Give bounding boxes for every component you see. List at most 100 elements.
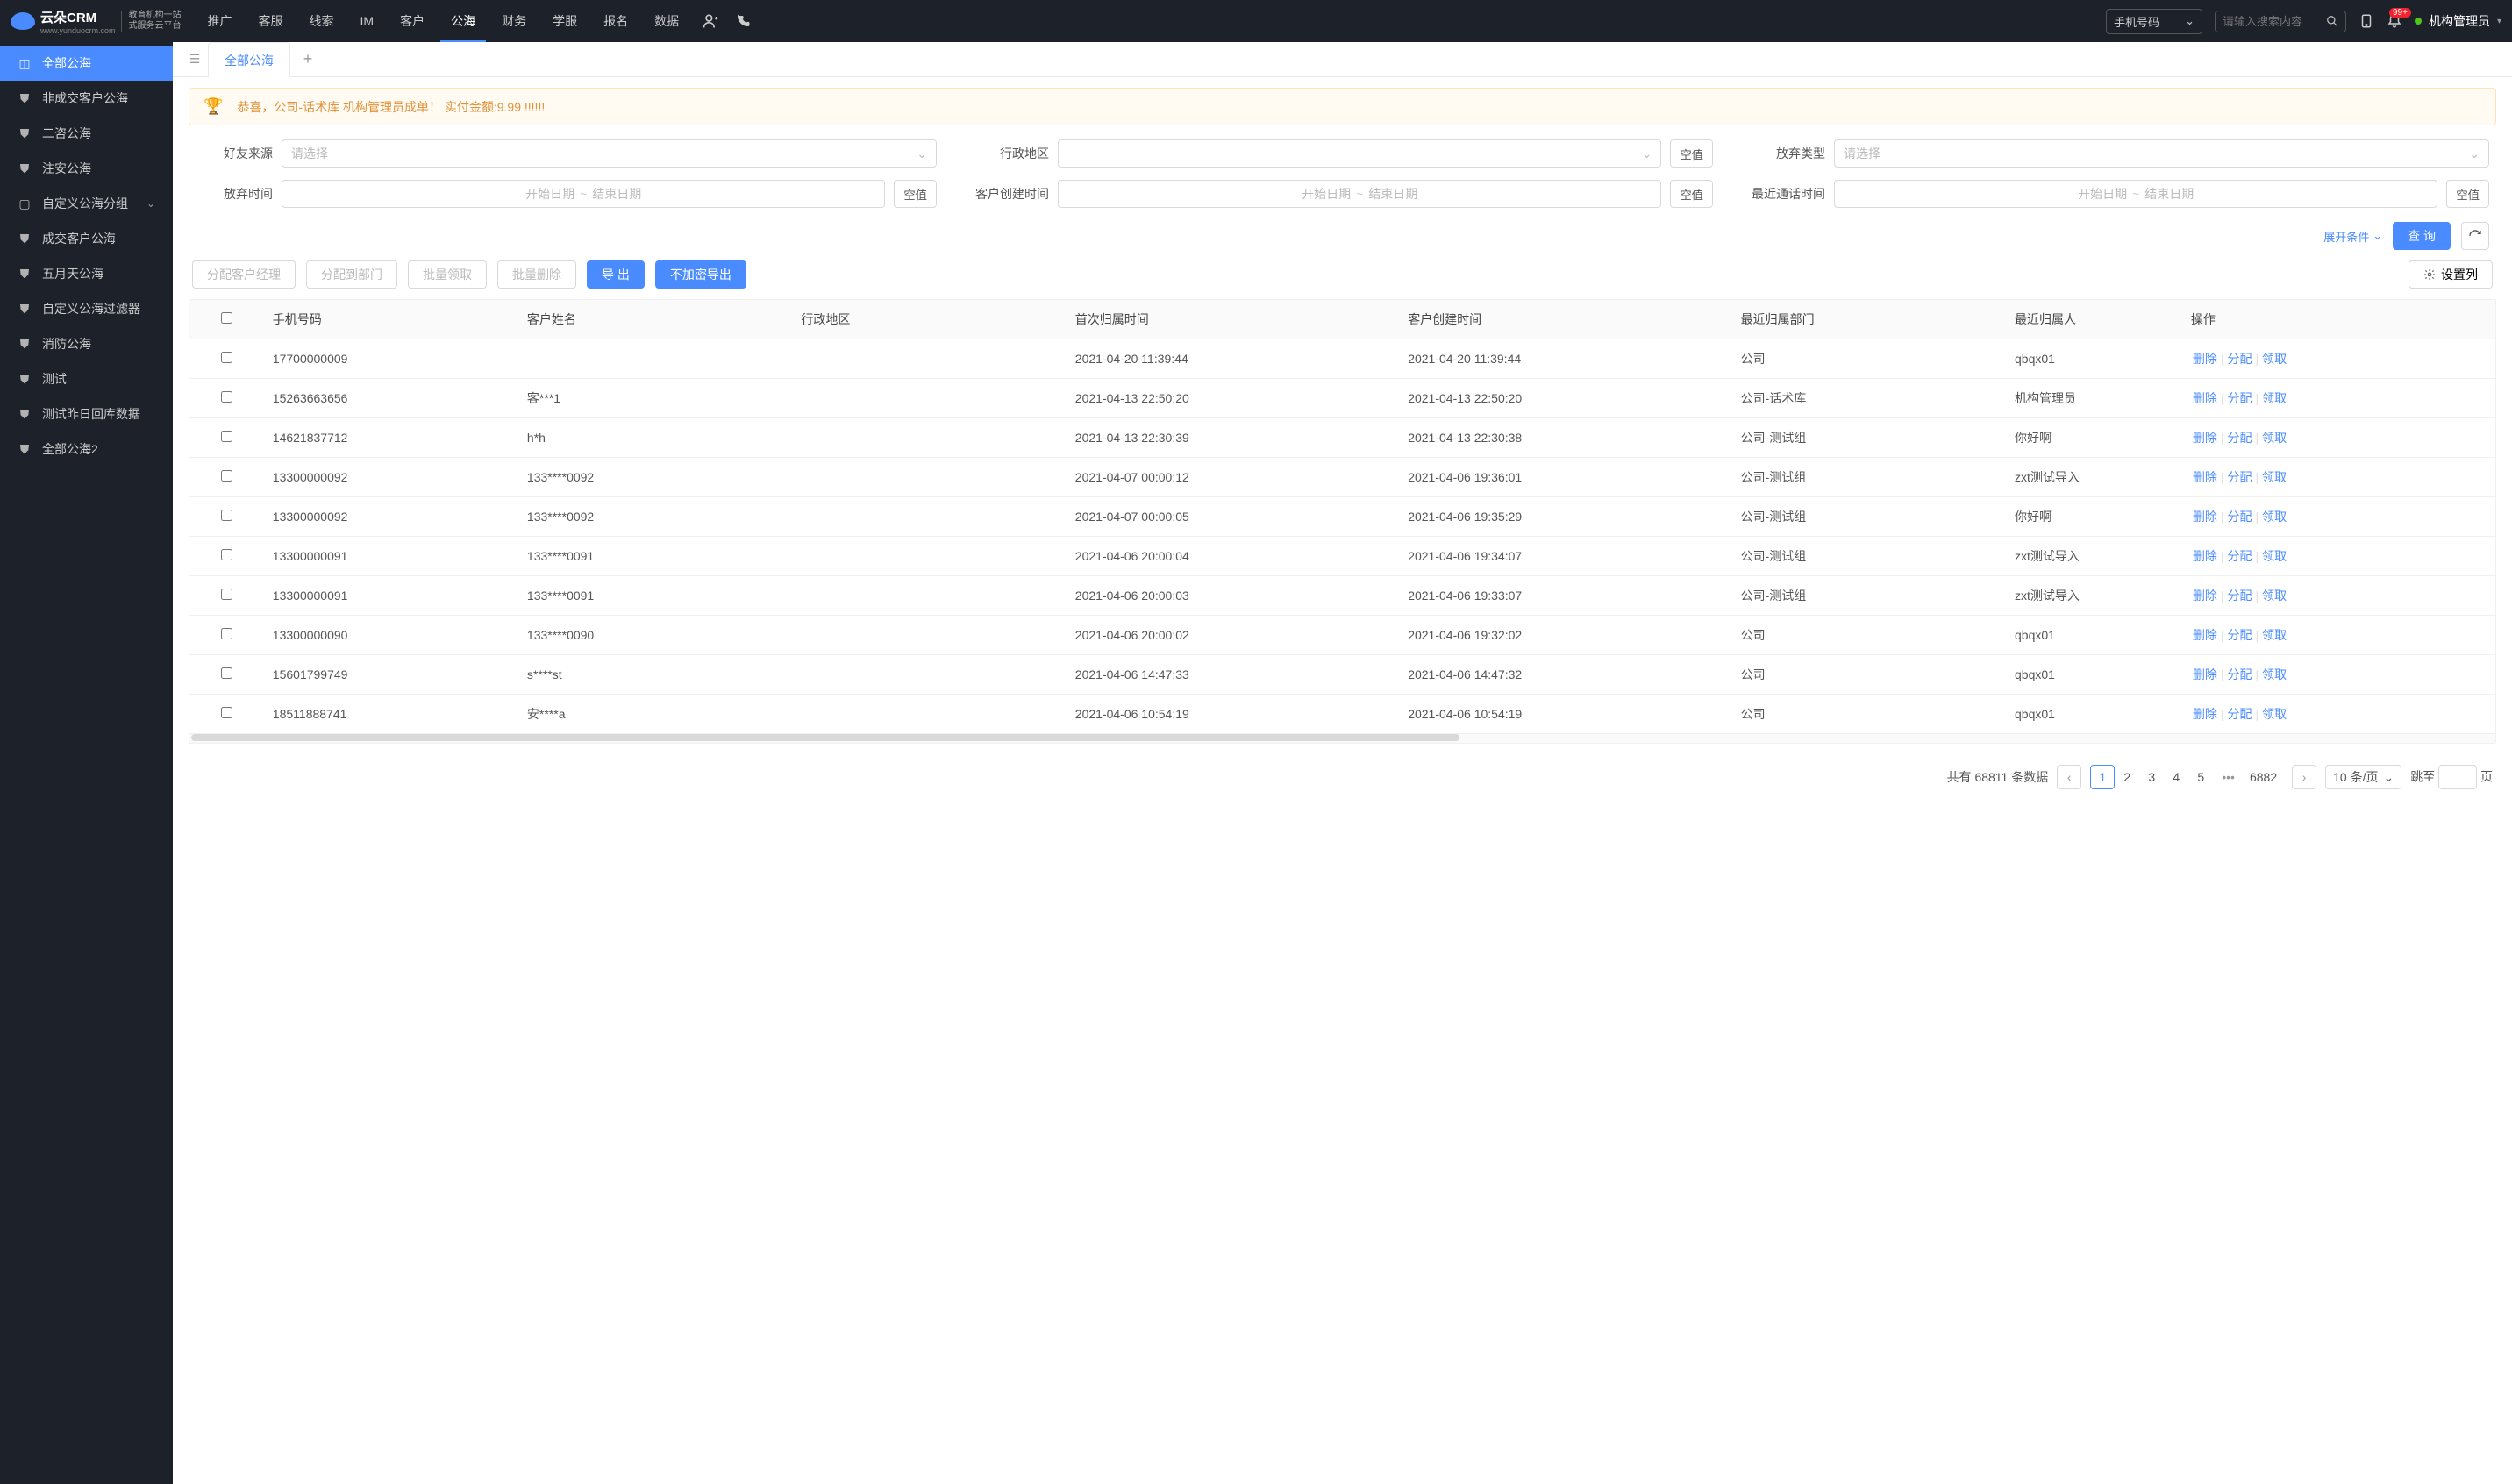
row-delete-link[interactable]: 删除 <box>2193 549 2217 563</box>
row-claim-link[interactable]: 领取 <box>2262 589 2287 603</box>
row-assign-link[interactable]: 分配 <box>2228 667 2252 681</box>
row-checkbox[interactable] <box>221 628 232 639</box>
sidebar-item-5[interactable]: ⛊成交客户公海 <box>0 221 173 256</box>
batch-claim-button[interactable]: 批量领取 <box>408 260 487 289</box>
sidebar-item-7[interactable]: ⛊自定义公海过滤器 <box>0 291 173 326</box>
topnav-item-6[interactable]: 财务 <box>491 0 537 42</box>
row-claim-link[interactable]: 领取 <box>2262 352 2287 366</box>
row-checkbox[interactable] <box>221 391 232 403</box>
tab-list-toggle-icon[interactable]: ☰ <box>182 52 208 67</box>
filter-region-select[interactable]: ⌄ <box>1058 139 1661 168</box>
row-assign-link[interactable]: 分配 <box>2228 470 2252 484</box>
device-icon[interactable] <box>2359 13 2374 29</box>
row-checkbox[interactable] <box>221 589 232 600</box>
row-delete-link[interactable]: 删除 <box>2193 667 2217 681</box>
filter-friend-source-select[interactable]: 请选择⌄ <box>282 139 937 168</box>
row-delete-link[interactable]: 删除 <box>2193 589 2217 603</box>
search-box[interactable] <box>2215 11 2346 32</box>
search-icon[interactable] <box>2326 15 2338 27</box>
export-button[interactable]: 导 出 <box>587 260 645 289</box>
pagination-jump-input[interactable] <box>2438 765 2477 789</box>
pagination-page[interactable]: 3 <box>2139 765 2164 789</box>
row-assign-link[interactable]: 分配 <box>2228 589 2252 603</box>
bell-icon[interactable]: 99+ <box>2387 13 2402 29</box>
row-claim-link[interactable]: 领取 <box>2262 667 2287 681</box>
row-checkbox[interactable] <box>221 549 232 560</box>
filter-region-empty-button[interactable]: 空值 <box>1670 139 1713 168</box>
topnav-item-8[interactable]: 报名 <box>593 0 639 42</box>
query-button[interactable]: 查 询 <box>2393 222 2451 250</box>
filter-abandon-time-range[interactable]: 开始日期~结束日期 <box>282 180 885 208</box>
add-user-icon[interactable] <box>702 12 719 30</box>
sidebar-item-10[interactable]: ⛊测试昨日回库数据 <box>0 396 173 432</box>
sidebar-item-2[interactable]: ⛊二咨公海 <box>0 116 173 151</box>
sidebar-item-4[interactable]: ▢自定义公海分组⌄ <box>0 186 173 221</box>
pagination-page[interactable]: 5 <box>2188 765 2213 789</box>
row-claim-link[interactable]: 领取 <box>2262 628 2287 642</box>
row-delete-link[interactable]: 删除 <box>2193 391 2217 405</box>
row-assign-link[interactable]: 分配 <box>2228 431 2252 445</box>
set-columns-button[interactable]: 设置列 <box>2409 260 2493 289</box>
filter-create-time-range[interactable]: 开始日期~结束日期 <box>1058 180 1661 208</box>
filter-abandon-time-empty-button[interactable]: 空值 <box>894 180 937 208</box>
filter-last-call-range[interactable]: 开始日期~结束日期 <box>1834 180 2437 208</box>
row-checkbox[interactable] <box>221 470 232 482</box>
filter-last-call-empty-button[interactable]: 空值 <box>2446 180 2489 208</box>
search-input[interactable] <box>2223 15 2321 28</box>
row-assign-link[interactable]: 分配 <box>2228 707 2252 721</box>
pagination-page[interactable]: 4 <box>2164 765 2188 789</box>
pagination-size-select[interactable]: 10 条/页⌄ <box>2325 765 2401 789</box>
pagination-next[interactable]: › <box>2292 765 2316 789</box>
row-assign-link[interactable]: 分配 <box>2228 352 2252 366</box>
row-claim-link[interactable]: 领取 <box>2262 391 2287 405</box>
pagination-page[interactable]: 2 <box>2115 765 2139 789</box>
filter-abandon-type-select[interactable]: 请选择⌄ <box>1834 139 2489 168</box>
topnav-item-1[interactable]: 客服 <box>248 0 294 42</box>
tab-add-icon[interactable]: + <box>290 50 325 68</box>
topnav-item-4[interactable]: 客户 <box>389 0 435 42</box>
row-delete-link[interactable]: 删除 <box>2193 470 2217 484</box>
row-delete-link[interactable]: 删除 <box>2193 431 2217 445</box>
row-delete-link[interactable]: 删除 <box>2193 628 2217 642</box>
pagination-prev[interactable]: ‹ <box>2057 765 2081 789</box>
row-delete-link[interactable]: 删除 <box>2193 352 2217 366</box>
refresh-button[interactable] <box>2461 222 2489 250</box>
filter-create-time-empty-button[interactable]: 空值 <box>1670 180 1713 208</box>
row-claim-link[interactable]: 领取 <box>2262 549 2287 563</box>
topnav-item-7[interactable]: 学服 <box>542 0 588 42</box>
topnav-item-0[interactable]: 推广 <box>197 0 243 42</box>
sidebar-item-8[interactable]: ⛊消防公海 <box>0 326 173 361</box>
row-claim-link[interactable]: 领取 <box>2262 510 2287 524</box>
row-assign-link[interactable]: 分配 <box>2228 391 2252 405</box>
row-delete-link[interactable]: 删除 <box>2193 510 2217 524</box>
row-assign-link[interactable]: 分配 <box>2228 628 2252 642</box>
pagination-last[interactable]: 6882 <box>2244 765 2283 789</box>
row-checkbox[interactable] <box>221 707 232 718</box>
tab-all-sea[interactable]: 全部公海 <box>208 42 290 77</box>
row-checkbox[interactable] <box>221 352 232 363</box>
sidebar-item-9[interactable]: ⛊测试 <box>0 361 173 396</box>
row-delete-link[interactable]: 删除 <box>2193 707 2217 721</box>
pagination-page[interactable]: 1 <box>2090 765 2115 789</box>
user-menu[interactable]: 机构管理员 ▾ <box>2415 12 2501 30</box>
topnav-item-2[interactable]: 线索 <box>299 0 345 42</box>
row-claim-link[interactable]: 领取 <box>2262 431 2287 445</box>
sidebar-item-6[interactable]: ⛊五月天公海 <box>0 256 173 291</box>
phone-icon[interactable] <box>735 13 751 29</box>
export-plain-button[interactable]: 不加密导出 <box>655 260 746 289</box>
sidebar-item-11[interactable]: ⛊全部公海2 <box>0 432 173 467</box>
select-all-checkbox[interactable] <box>189 300 264 339</box>
logo[interactable]: 云朵CRM www.yunduocrm.com 教育机构一站式服务云平台 <box>11 8 182 35</box>
sidebar-item-3[interactable]: ⛊注安公海 <box>0 151 173 186</box>
row-checkbox[interactable] <box>221 510 232 521</box>
expand-filters-link[interactable]: 展开条件⌄ <box>2323 228 2382 245</box>
row-checkbox[interactable] <box>221 431 232 442</box>
row-assign-link[interactable]: 分配 <box>2228 510 2252 524</box>
assign-dept-button[interactable]: 分配到部门 <box>306 260 397 289</box>
batch-delete-button[interactable]: 批量删除 <box>497 260 576 289</box>
topnav-item-5[interactable]: 公海 <box>440 0 486 42</box>
topnav-item-9[interactable]: 数据 <box>644 0 689 42</box>
assign-manager-button[interactable]: 分配客户经理 <box>192 260 296 289</box>
sidebar-item-1[interactable]: ⛊非成交客户公海 <box>0 81 173 116</box>
topnav-item-3[interactable]: IM <box>350 0 385 42</box>
